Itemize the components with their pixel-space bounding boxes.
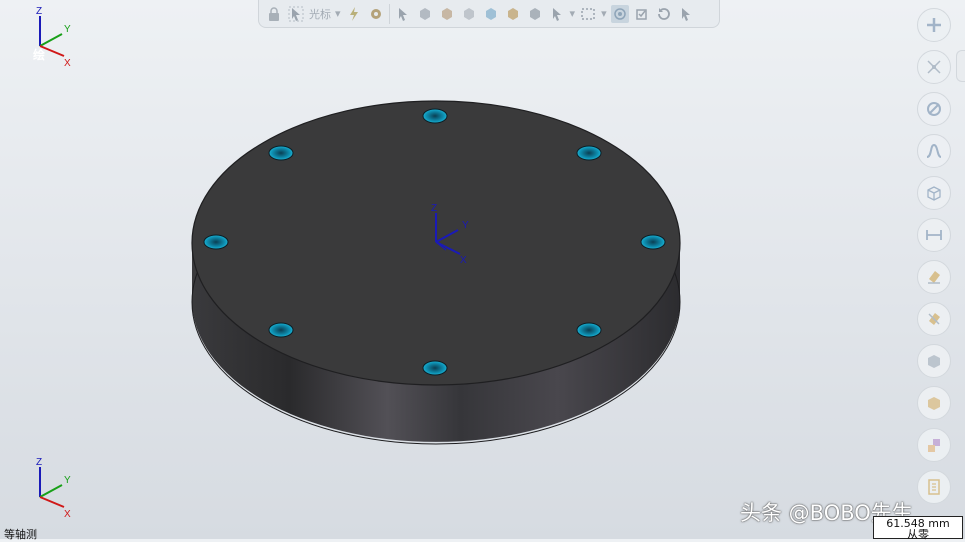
origin-x-label: X [460, 255, 467, 266]
triad-top-x: X [64, 58, 71, 69]
part-model[interactable]: Z Y X [0, 0, 965, 539]
triad-top-y: Y [64, 24, 71, 35]
origin-z-label: Z [431, 203, 437, 214]
triad-bottom-x: X [64, 509, 71, 520]
scale-unit: 从零 [907, 528, 929, 541]
triad-top-z: Z [36, 6, 42, 17]
hole [268, 322, 294, 338]
triad-bottom-z: Z [36, 457, 42, 468]
hole [422, 360, 448, 376]
triad-bottom-left: Z Y X [28, 455, 78, 521]
hole [203, 234, 229, 250]
sketch-label: 绘 [33, 48, 46, 62]
hole [640, 234, 666, 250]
hole [576, 322, 602, 338]
hole [422, 108, 448, 124]
hole [576, 145, 602, 161]
origin-y-label: Y [462, 220, 469, 231]
triad-bottom-y: Y [64, 475, 71, 486]
hole [268, 145, 294, 161]
view-name: 等轴测 [4, 528, 37, 541]
scale-bar: 61.548 mm 从零 [873, 516, 963, 541]
